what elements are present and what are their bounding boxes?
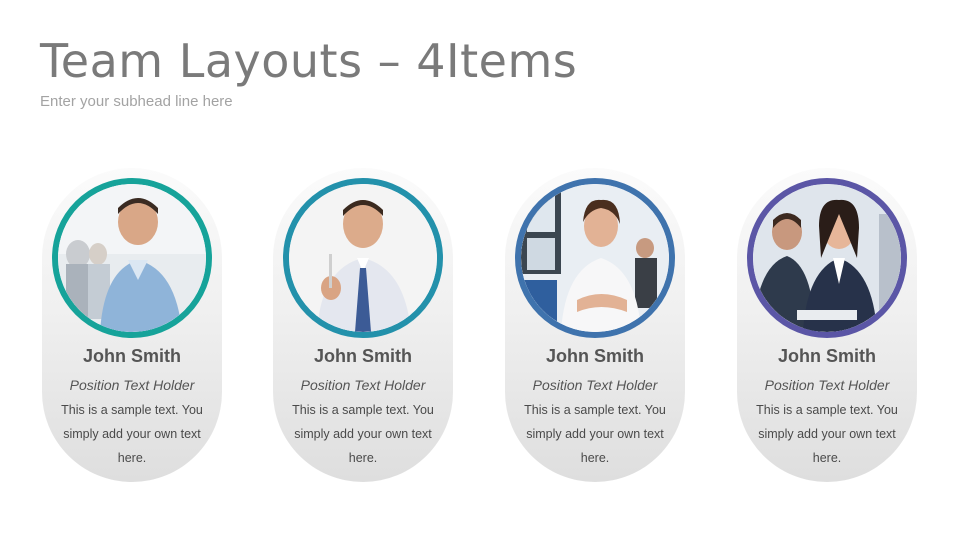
woman-suit-photo-icon: [753, 184, 901, 332]
member-photo-3: [515, 178, 675, 338]
team-card-3: John Smith Position Text Holder This is …: [505, 168, 685, 482]
member-position: Position Text Holder: [532, 377, 658, 393]
slide-title: Team Layouts – 4Items: [40, 34, 578, 88]
member-position: Position Text Holder: [764, 377, 890, 393]
team-card-4: John Smith Position Text Holder This is …: [737, 168, 917, 482]
member-name: John Smith: [83, 346, 181, 366]
member-photo-4: [747, 178, 907, 338]
member-description: This is a sample text. You simply add yo…: [292, 403, 434, 465]
member-position: Position Text Holder: [300, 377, 426, 393]
team-card-1: John Smith Position Text Holder This is …: [42, 168, 222, 482]
member-description: This is a sample text. You simply add yo…: [61, 403, 203, 465]
member-name: John Smith: [546, 346, 644, 366]
slide-subtitle: Enter your subhead line here: [40, 93, 233, 110]
member-photo-2: [283, 178, 443, 338]
member-name: John Smith: [778, 346, 876, 366]
woman-photo-icon: [521, 184, 669, 332]
team-card-2: John Smith Position Text Holder This is …: [273, 168, 453, 482]
member-photo-1: [52, 178, 212, 338]
slide: Team Layouts – 4Items Enter your subhead…: [0, 0, 960, 540]
member-name: John Smith: [314, 346, 412, 366]
member-description: This is a sample text. You simply add yo…: [756, 403, 898, 465]
member-position: Position Text Holder: [69, 377, 195, 393]
member-description: This is a sample text. You simply add yo…: [524, 403, 666, 465]
man-photo-icon: [58, 184, 206, 332]
man-tie-photo-icon: [289, 184, 437, 332]
